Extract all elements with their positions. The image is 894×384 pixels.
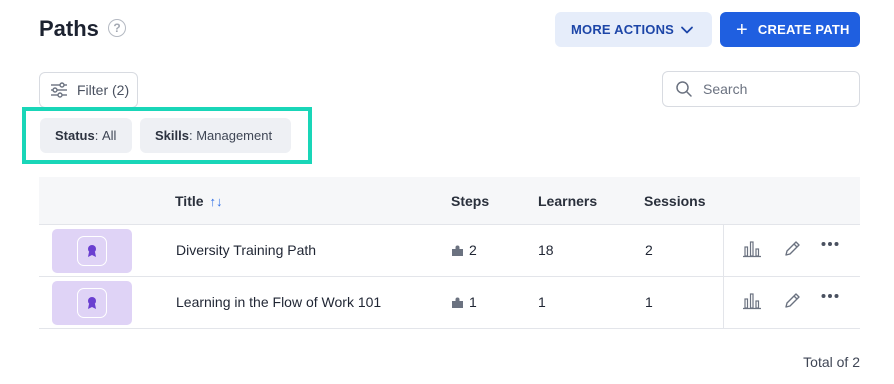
bar-chart-icon[interactable] [742, 239, 762, 259]
search-input[interactable] [703, 81, 843, 97]
path-thumbnail [52, 281, 132, 325]
learners-value: 18 [538, 242, 554, 258]
table-header: Title ↑↓ Steps Learners Sessions [39, 177, 860, 225]
edit-pencil-icon[interactable] [782, 291, 802, 311]
filter-chip-skills[interactable]: Skills: Management [140, 118, 291, 153]
create-path-label: CREATE PATH [757, 22, 850, 37]
steps-cell: 1 [452, 294, 477, 310]
page-title: Paths [39, 16, 99, 41]
plus-icon: + [736, 18, 748, 41]
chip-key: Status [55, 128, 95, 143]
table-row[interactable]: Learning in the Flow of Work 101 1 1 1 [39, 277, 860, 329]
chip-value: Management [196, 128, 273, 143]
sessions-value: 2 [645, 242, 653, 258]
table-row[interactable]: Diversity Training Path 2 18 2 [39, 225, 860, 277]
steps-value: 1 [469, 294, 477, 310]
filter-chip-status[interactable]: Status: All [40, 118, 132, 153]
puzzle-icon [452, 245, 463, 256]
column-header-steps: Steps [451, 193, 490, 209]
bar-chart-icon[interactable] [742, 291, 762, 311]
more-actions-label: MORE ACTIONS [571, 22, 675, 37]
filter-sliders-icon [51, 82, 67, 98]
sort-icon[interactable]: ↑↓ [210, 194, 223, 209]
award-ribbon-icon [88, 245, 96, 257]
total-count: Total of 2 [803, 354, 860, 370]
learners-value: 1 [538, 294, 546, 310]
filter-label: Filter (2) [77, 82, 130, 98]
sessions-value: 1 [645, 294, 653, 310]
edit-pencil-icon[interactable] [782, 239, 802, 259]
chevron-down-icon [681, 26, 693, 34]
paths-table: Title ↑↓ Steps Learners Sessions Diversit… [39, 177, 860, 329]
puzzle-icon [452, 297, 463, 308]
path-title[interactable]: Learning in the Flow of Work 101 [176, 294, 381, 310]
column-header-sessions: Sessions [644, 193, 706, 209]
create-path-button[interactable]: + CREATE PATH [720, 12, 860, 47]
path-thumbnail [52, 229, 132, 273]
search-icon [676, 81, 692, 97]
column-header-title[interactable]: Title ↑↓ [175, 193, 223, 209]
help-icon[interactable]: ? [108, 19, 126, 37]
path-title[interactable]: Diversity Training Path [176, 242, 316, 258]
steps-value: 2 [469, 242, 477, 258]
chip-value: All [101, 128, 117, 143]
more-options-icon[interactable] [821, 293, 839, 299]
steps-cell: 2 [452, 242, 477, 258]
column-header-learners: Learners [538, 193, 598, 209]
chip-key: Skills [155, 128, 189, 143]
award-ribbon-icon [88, 297, 96, 309]
search-box[interactable] [662, 71, 860, 107]
more-actions-button[interactable]: MORE ACTIONS [555, 12, 712, 47]
more-options-icon[interactable] [821, 241, 839, 247]
filter-button[interactable]: Filter (2) [39, 72, 138, 108]
